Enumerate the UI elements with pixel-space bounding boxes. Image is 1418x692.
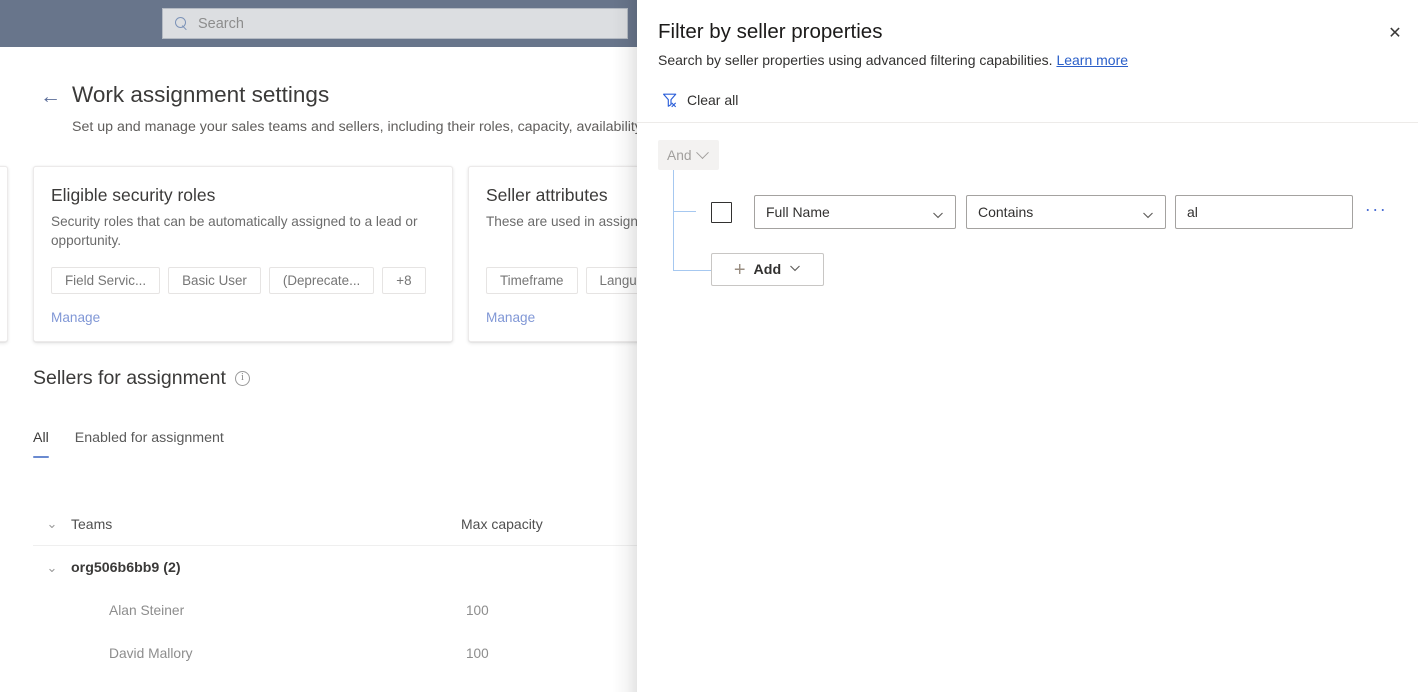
- clear-all-button[interactable]: Clear all: [662, 88, 738, 112]
- panel-title: Filter by seller properties: [658, 20, 883, 43]
- clear-all-label: Clear all: [687, 92, 739, 108]
- chevron-down-icon: [932, 208, 944, 224]
- search-icon: [175, 16, 189, 31]
- section-title-text: Sellers for assignment: [33, 367, 226, 389]
- row-select-checkbox[interactable]: [711, 201, 732, 223]
- chevron-down-icon: [789, 262, 801, 277]
- seller-max-capacity: 100: [466, 646, 489, 661]
- filter-panel: Filter by seller properties ✕ Search by …: [637, 0, 1418, 692]
- chip-item[interactable]: (Deprecate...: [268, 267, 375, 294]
- sellers-table: ⌄ Teams Max capacity ⌄ org506b6bb9 (2) A…: [33, 502, 733, 675]
- seller-max-capacity: 100: [466, 603, 489, 618]
- chip-item[interactable]: Timeframe: [486, 267, 578, 294]
- field-dropdown-value: Full Name: [766, 204, 830, 220]
- learn-more-link[interactable]: Learn more: [1056, 52, 1128, 68]
- back-arrow-icon[interactable]: ←: [40, 86, 62, 107]
- table-group-row[interactable]: ⌄ org506b6bb9 (2): [33, 546, 733, 589]
- card-description: Security roles that can be automatically…: [51, 214, 418, 248]
- plus-icon: +: [733, 258, 746, 281]
- add-condition-button[interactable]: + Add: [711, 253, 824, 286]
- page-title: Work assignment settings: [72, 82, 330, 107]
- table-row[interactable]: David Mallory 100: [33, 632, 733, 675]
- conjunction-dropdown[interactable]: And: [658, 140, 719, 170]
- close-icon[interactable]: ✕: [1379, 17, 1411, 49]
- global-search-box[interactable]: Search: [162, 8, 628, 39]
- page-subtitle: Set up and manage your sales teams and s…: [72, 119, 654, 135]
- conjunction-value: And: [667, 147, 692, 163]
- manage-link[interactable]: Manage: [51, 310, 100, 325]
- tab-all[interactable]: All: [33, 430, 49, 458]
- seller-name: Alan Steiner: [109, 603, 185, 618]
- operator-dropdown[interactable]: Contains: [966, 195, 1166, 229]
- table-row[interactable]: Alan Steiner 100: [33, 589, 733, 632]
- operator-dropdown-value: Contains: [978, 204, 1034, 220]
- ellipsis-icon[interactable]: ···: [1363, 199, 1389, 225]
- add-button-label: Add: [753, 261, 782, 278]
- manage-link[interactable]: Manage: [486, 310, 535, 325]
- chip-item[interactable]: Field Servic...: [51, 267, 161, 294]
- column-header-max-capacity[interactable]: Max capacity: [461, 516, 543, 532]
- field-dropdown[interactable]: Full Name: [754, 195, 956, 229]
- group-label: org506b6bb9 (2): [71, 559, 181, 576]
- section-title-sellers: Sellers for assignment i: [33, 367, 250, 390]
- filter-condition-row: Full Name Contains ···: [658, 195, 1389, 229]
- sellers-tabs: All Enabled for assignment: [33, 430, 224, 458]
- chip-overflow-count[interactable]: +8: [382, 267, 426, 294]
- card-partial-left: [0, 166, 8, 342]
- filter-value-input[interactable]: [1175, 195, 1353, 229]
- search-placeholder: Search: [198, 15, 244, 32]
- panel-description: Search by seller properties using advanc…: [658, 52, 1128, 68]
- card-title: Seller attributes: [486, 185, 608, 205]
- panel-description-text: Search by seller properties using advanc…: [658, 52, 1053, 68]
- info-icon[interactable]: i: [234, 371, 250, 386]
- chevron-down-icon: [695, 145, 709, 159]
- chevron-down-icon[interactable]: ⌄: [33, 516, 71, 532]
- chevron-down-icon[interactable]: ⌄: [33, 560, 71, 576]
- chip-list: Field Servic... Basic User (Deprecate...…: [51, 267, 426, 294]
- card-title: Eligible security roles: [51, 185, 216, 205]
- filter-clear-icon: [662, 92, 678, 108]
- chevron-down-icon: [1142, 208, 1154, 224]
- column-header-teams[interactable]: Teams: [71, 516, 461, 532]
- table-header-row: ⌄ Teams Max capacity: [33, 502, 733, 546]
- chip-item[interactable]: Basic User: [168, 267, 261, 294]
- tab-enabled-for-assignment[interactable]: Enabled for assignment: [75, 430, 224, 458]
- screen-root: Search ← Work assignment settings Set up…: [0, 0, 1418, 692]
- panel-divider: [637, 122, 1418, 123]
- card-eligible-security-roles: Eligible security roles Security roles t…: [33, 166, 453, 342]
- seller-name: David Mallory: [109, 646, 193, 661]
